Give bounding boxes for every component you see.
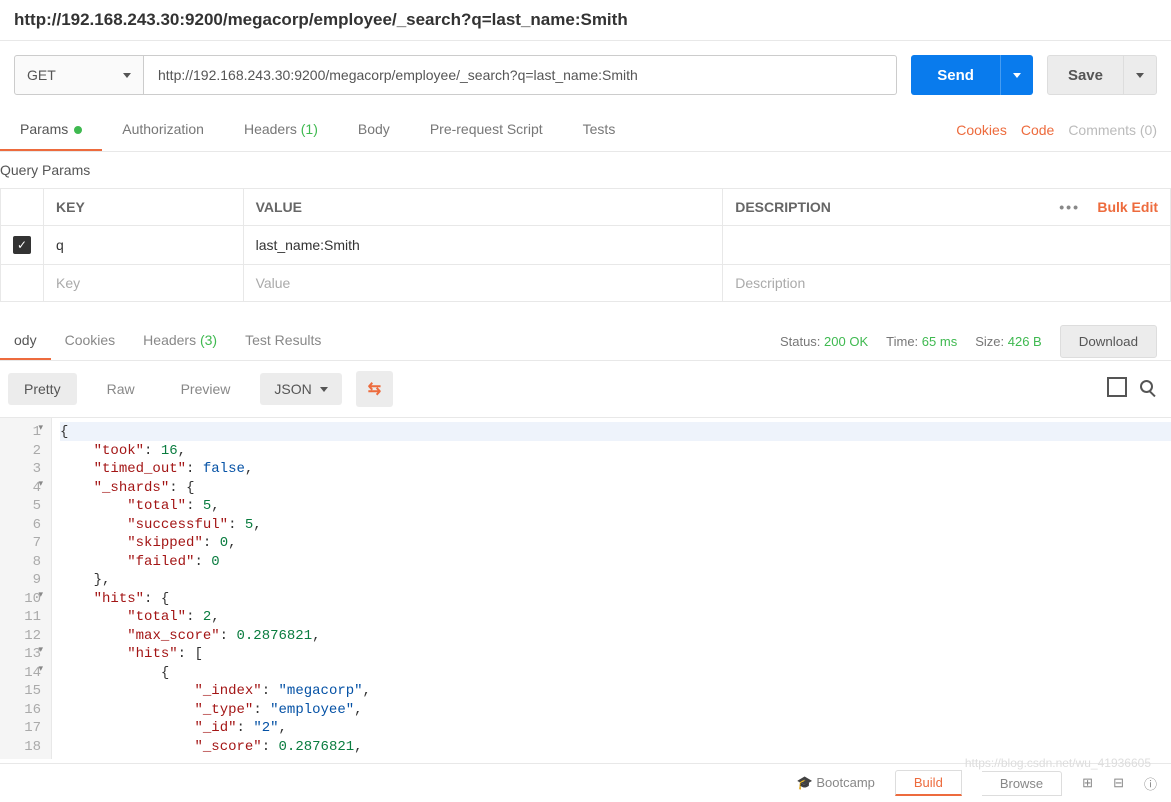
key-header: KEY: [44, 189, 244, 226]
footer-icon-1[interactable]: ⊞: [1082, 775, 1093, 791]
chevron-down-icon: [1013, 73, 1021, 78]
param-desc-cell[interactable]: [723, 226, 1171, 265]
view-raw-button[interactable]: Raw: [91, 373, 151, 405]
chevron-down-icon: [1136, 73, 1144, 78]
request-url-display: http://192.168.243.30:9200/megacorp/empl…: [0, 0, 1171, 41]
bootcamp-link[interactable]: 🎓 Bootcamp: [797, 775, 875, 791]
bulk-edit-link[interactable]: Bulk Edit: [1097, 199, 1158, 215]
link-comments[interactable]: Comments (0): [1068, 122, 1157, 138]
resp-tab-cookies[interactable]: Cookies: [51, 322, 130, 360]
browse-tab[interactable]: Browse: [982, 771, 1062, 796]
save-button[interactable]: Save: [1047, 55, 1157, 95]
build-tab[interactable]: Build: [895, 770, 962, 796]
key-placeholder[interactable]: Key: [56, 275, 80, 291]
watermark: https://blog.csdn.net/wu_41936605: [965, 756, 1151, 770]
send-dropdown[interactable]: [1000, 55, 1033, 95]
copy-icon[interactable]: [1110, 380, 1126, 399]
tab-tests[interactable]: Tests: [563, 109, 636, 151]
chevron-down-icon: [123, 73, 131, 78]
request-bar: GET Send Save: [0, 41, 1171, 109]
status-value: 200 OK: [824, 334, 868, 349]
chevron-down-icon: [320, 387, 328, 392]
url-input[interactable]: [144, 55, 897, 95]
footer-icon-3[interactable]: ⓘ: [1144, 774, 1157, 793]
body-toolbar: Pretty Raw Preview JSON ⇆: [0, 361, 1171, 417]
wrap-lines-icon[interactable]: ⇆: [356, 371, 393, 407]
view-pretty-button[interactable]: Pretty: [8, 373, 77, 405]
response-body: 123456789101112131415161718 { "took": 16…: [0, 417, 1171, 759]
value-header: VALUE: [243, 189, 723, 226]
response-tabs: ody Cookies Headers (3) Test Results Sta…: [0, 322, 1171, 361]
save-dropdown[interactable]: [1123, 55, 1156, 95]
save-label: Save: [1048, 67, 1123, 84]
params-changed-dot: [74, 126, 82, 134]
request-tabs: Params Authorization Headers (1) Body Pr…: [0, 109, 1171, 152]
tab-prerequest[interactable]: Pre-request Script: [410, 109, 563, 151]
time-value: 65 ms: [922, 334, 957, 349]
send-label: Send: [911, 67, 1000, 84]
size-value: 426 B: [1008, 334, 1042, 349]
param-value-cell[interactable]: last_name:Smith: [243, 226, 723, 265]
resp-tab-body[interactable]: ody: [0, 322, 51, 360]
value-placeholder[interactable]: Value: [256, 275, 291, 291]
check-header: [1, 189, 44, 226]
format-select[interactable]: JSON: [260, 373, 341, 405]
description-header: DESCRIPTION ••• Bulk Edit: [723, 189, 1171, 226]
table-more-icon[interactable]: •••: [1059, 199, 1080, 215]
view-preview-button[interactable]: Preview: [165, 373, 247, 405]
query-params-label: Query Params: [0, 152, 1171, 188]
query-params-table: KEY VALUE DESCRIPTION ••• Bulk Edit ✓ q …: [0, 188, 1171, 302]
footer: https://blog.csdn.net/wu_41936605 🎓 Boot…: [0, 763, 1171, 802]
tab-authorization[interactable]: Authorization: [102, 109, 224, 151]
search-icon[interactable]: [1140, 380, 1153, 399]
line-gutter: 123456789101112131415161718: [0, 418, 52, 759]
footer-icon-2[interactable]: ⊟: [1113, 775, 1124, 791]
download-button[interactable]: Download: [1060, 325, 1157, 358]
http-method-select[interactable]: GET: [14, 55, 144, 95]
link-code[interactable]: Code: [1021, 122, 1054, 138]
resp-tab-test-results[interactable]: Test Results: [231, 322, 335, 360]
link-cookies[interactable]: Cookies: [956, 122, 1007, 138]
description-placeholder[interactable]: Description: [735, 275, 805, 291]
resp-tab-headers[interactable]: Headers (3): [129, 322, 231, 360]
send-button[interactable]: Send: [911, 55, 1033, 95]
http-method-label: GET: [27, 67, 56, 83]
row-checkbox[interactable]: ✓: [13, 236, 31, 254]
status-info: Status: 200 OK Time: 65 ms Size: 426 B D…: [780, 325, 1171, 358]
tab-params[interactable]: Params: [0, 109, 102, 151]
param-key-cell[interactable]: q: [44, 226, 244, 265]
table-row: ✓ q last_name:Smith: [1, 226, 1171, 265]
code-content[interactable]: { "took": 16, "timed_out": false, "_shar…: [52, 418, 1171, 759]
tab-body[interactable]: Body: [338, 109, 410, 151]
tab-headers[interactable]: Headers (1): [224, 109, 338, 151]
table-row-empty: Key Value Description: [1, 265, 1171, 302]
